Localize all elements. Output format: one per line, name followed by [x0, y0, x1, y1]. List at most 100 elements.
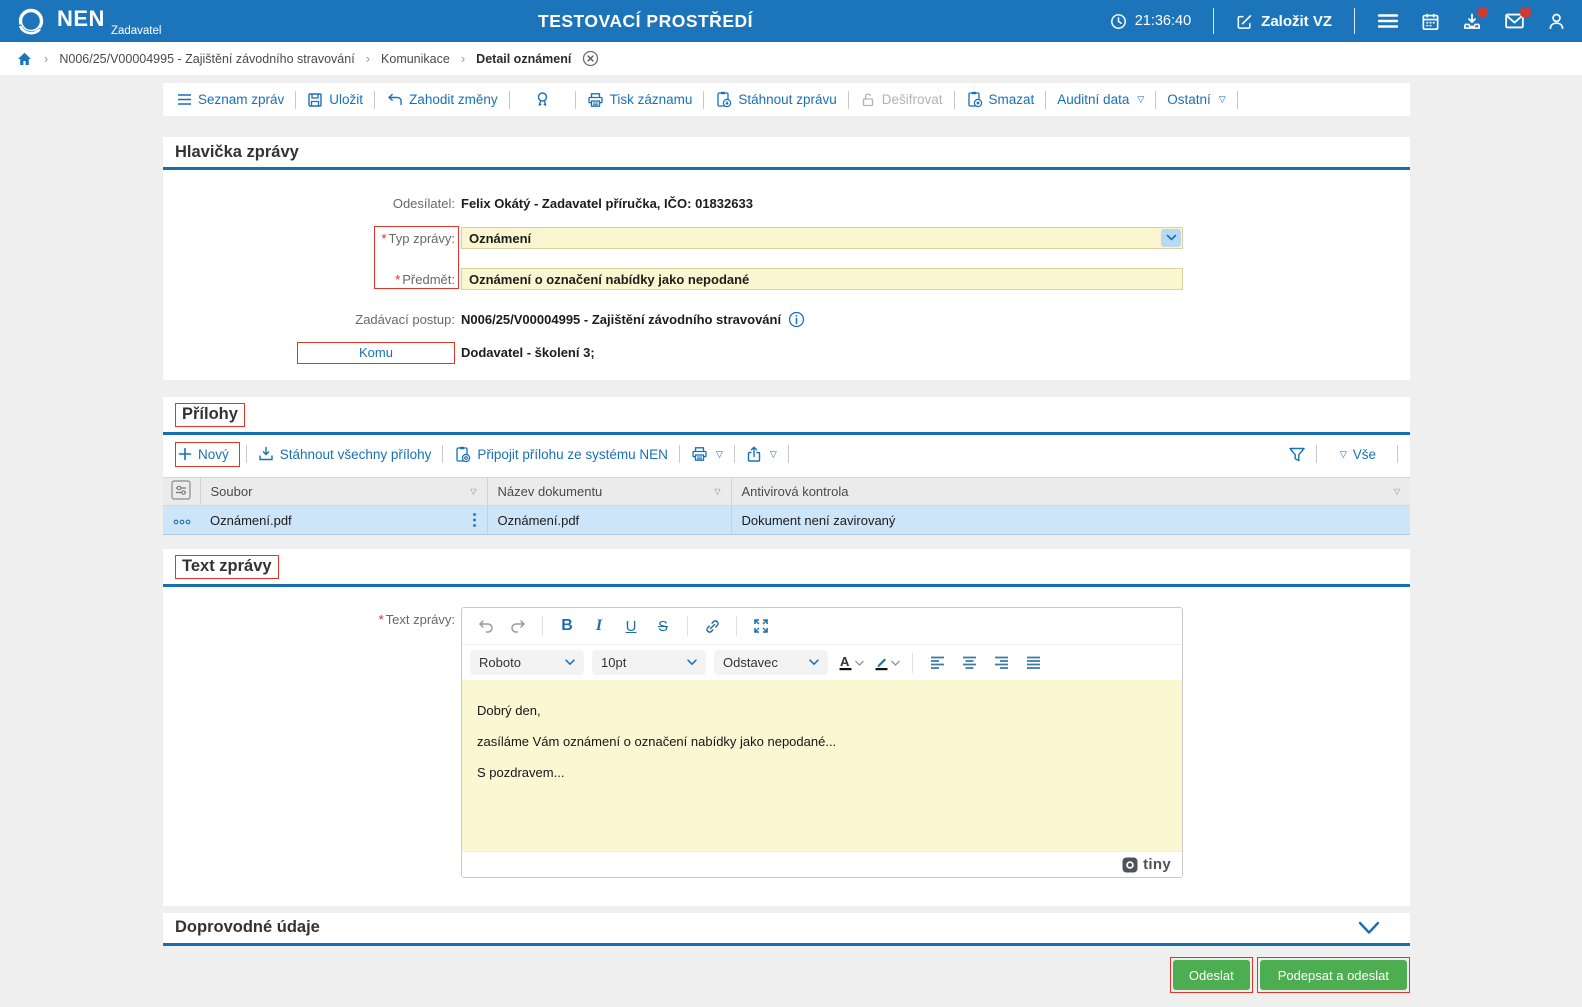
- create-vz-label: Založit VZ: [1261, 12, 1332, 30]
- time-value: 21:36:40: [1134, 13, 1192, 29]
- attachment-row[interactable]: Oznámení.pdf Oznámení.pdf Dokument není …: [163, 505, 1410, 535]
- attachments-export-menu[interactable]: ▽: [735, 446, 788, 463]
- antivirus-cell: Dokument není zavirovaný: [731, 505, 1410, 535]
- download-all-attachments-button[interactable]: Stáhnout všechny přílohy: [247, 446, 443, 462]
- message-header-section: Hlavička zprávy Odesílatel: Felix Okátý …: [163, 137, 1410, 380]
- toolbar-discard-changes-button[interactable]: Zahodit změny: [375, 92, 509, 107]
- filter-all-dropdown[interactable]: ▽ Vše: [1327, 447, 1387, 462]
- recipient-value: Dodavatel - školení 3;: [461, 345, 595, 360]
- chevron-down-icon[interactable]: [1161, 229, 1181, 247]
- close-tab-icon[interactable]: [582, 50, 599, 67]
- environment-title: TESTOVACÍ PROSTŘEDÍ: [538, 10, 753, 31]
- breadcrumb-item-communication[interactable]: Komunikace: [381, 52, 450, 66]
- expand-section-icon[interactable]: [1358, 921, 1380, 935]
- align-left-icon[interactable]: [925, 651, 949, 675]
- subject-input[interactable]: Oznámení o označení nabídky jako nepodan…: [461, 268, 1183, 290]
- breadcrumb-item-procedure[interactable]: N006/25/V00004995 - Zajištění závodního …: [59, 52, 354, 66]
- column-settings-icon[interactable]: [171, 480, 191, 500]
- main-menu-icon[interactable]: [1377, 12, 1399, 30]
- tiny-brand-text[interactable]: tiny: [1143, 856, 1171, 873]
- inbox-download-icon[interactable]: [1462, 6, 1488, 31]
- text-color-button[interactable]: A: [836, 654, 864, 672]
- home-icon[interactable]: [16, 51, 33, 67]
- additional-data-section[interactable]: Doprovodné údaje: [163, 913, 1410, 946]
- attachments-print-menu[interactable]: ▽: [680, 446, 734, 462]
- attachments-table: Soubor ▽ Název dokumentu ▽ Antivirová kont…: [163, 477, 1410, 535]
- notification-badge: [1520, 7, 1531, 18]
- link-icon[interactable]: [700, 614, 724, 638]
- header-divider: [1213, 8, 1215, 34]
- align-center-icon[interactable]: [957, 651, 981, 675]
- toolbar-decrypt-button[interactable]: Dešifrovat: [849, 92, 954, 108]
- toolbar-download-message-button[interactable]: Stáhnout zprávu: [704, 91, 847, 108]
- file-cell[interactable]: Oznámení.pdf: [200, 505, 488, 535]
- row-menu-icon[interactable]: [173, 519, 191, 525]
- undo-icon[interactable]: [474, 614, 498, 638]
- breadcrumb-separator: ›: [44, 51, 49, 66]
- column-filter-icon[interactable]: ▽: [714, 487, 720, 496]
- send-button[interactable]: Odeslat: [1172, 960, 1250, 990]
- section-title-message-body: Text zprávy: [163, 549, 1410, 587]
- column-filter-icon[interactable]: ▽: [1394, 487, 1400, 496]
- row-menu-cell[interactable]: [163, 505, 200, 535]
- column-settings-header[interactable]: [163, 477, 201, 506]
- align-right-icon[interactable]: [989, 651, 1013, 675]
- strikethrough-icon[interactable]: S: [651, 614, 675, 638]
- editor-content-area[interactable]: Dobrý den, zasíláme Vám oznámení o označ…: [462, 680, 1182, 851]
- section-title-additional-data: Doprovodné údaje: [175, 918, 320, 936]
- font-size-select[interactable]: 10pt: [592, 650, 706, 675]
- message-type-select[interactable]: Oznámení: [461, 227, 1183, 249]
- sign-and-send-button[interactable]: Podepsat a odeslat: [1259, 960, 1407, 990]
- toolbar-seal-button[interactable]: [510, 91, 575, 108]
- toolbar-divider: [1315, 445, 1317, 463]
- dropdown-triangle-icon: ▽: [769, 448, 777, 459]
- column-header-file[interactable]: Soubor ▽: [200, 477, 488, 506]
- toolbar-delete-button[interactable]: Smazat: [955, 91, 1046, 108]
- toolbar-print-record-button[interactable]: Tisk záznamu: [576, 92, 704, 108]
- align-justify-icon[interactable]: [1021, 651, 1045, 675]
- message-body-title-annotated: Text zprávy: [175, 555, 279, 579]
- mail-icon[interactable]: [1504, 7, 1531, 30]
- font-family-select[interactable]: Roboto: [470, 650, 584, 675]
- attach-from-nen-button[interactable]: Připojit přílohu ze systému NEN: [443, 446, 679, 463]
- toolbar-save-button[interactable]: Uložit: [296, 92, 374, 108]
- toolbar-audit-data-menu[interactable]: Auditní data ▽: [1046, 92, 1155, 107]
- sender-value: Felix Okátý - Zadavatel příručka, IČO: 0…: [461, 196, 753, 211]
- column-filter-icon[interactable]: ▽: [470, 487, 476, 496]
- calendar-icon[interactable]: [1421, 12, 1440, 31]
- dropdown-triangle-icon: ▽: [1339, 448, 1347, 459]
- server-time: 21:36:40: [1110, 13, 1191, 30]
- italic-icon[interactable]: I: [587, 614, 611, 638]
- underline-icon[interactable]: U: [619, 614, 643, 638]
- message-body-section: Text zprávy * Text zprávy: B I U S Robot…: [163, 549, 1410, 906]
- editor-status-bar: tiny: [462, 851, 1182, 877]
- recipient-link[interactable]: Komu: [297, 341, 455, 364]
- redo-icon[interactable]: [506, 614, 530, 638]
- column-header-antivirus[interactable]: Antivirová kontrola ▽: [731, 477, 1410, 506]
- app-header: NEN Zadavatel TESTOVACÍ PROSTŘEDÍ 21:36:…: [0, 0, 1582, 42]
- editor-divider: [542, 616, 543, 636]
- message-type-row: * Typ zprávy: Oznámení: [163, 227, 1410, 249]
- toolbar-other-menu[interactable]: Ostatní ▽: [1156, 92, 1236, 107]
- attachment-new-button[interactable]: Nový: [175, 441, 240, 467]
- attachments-title-annotated: Přílohy: [175, 403, 245, 427]
- dropdown-triangle-icon: ▽: [1137, 94, 1145, 104]
- dropdown-triangle-icon: ▽: [1218, 94, 1226, 104]
- toolbar-message-list-button[interactable]: Seznam zpráv: [175, 92, 295, 107]
- nen-brand[interactable]: NEN Zadavatel: [14, 4, 161, 38]
- create-vz-button[interactable]: Založit VZ: [1236, 13, 1332, 30]
- drag-handle-icon[interactable]: [472, 512, 477, 528]
- editor-divider: [736, 616, 737, 636]
- info-icon[interactable]: [788, 311, 805, 328]
- column-header-doc-name[interactable]: Název dokumentu ▽: [487, 477, 732, 506]
- highlight-color-button[interactable]: [872, 654, 900, 672]
- notification-badge: [1477, 6, 1488, 18]
- block-format-select[interactable]: Odstavec: [714, 650, 828, 675]
- toolbar-divider: [1397, 445, 1398, 463]
- doc-name-cell[interactable]: Oznámení.pdf: [487, 505, 732, 535]
- filter-funnel-icon[interactable]: [1288, 446, 1306, 463]
- user-profile-icon[interactable]: [1547, 12, 1566, 31]
- message-body-row: * Text zprávy: B I U S Roboto 10pt Odsta…: [163, 607, 1410, 878]
- bold-icon[interactable]: B: [555, 614, 579, 638]
- fullscreen-icon[interactable]: [749, 614, 773, 638]
